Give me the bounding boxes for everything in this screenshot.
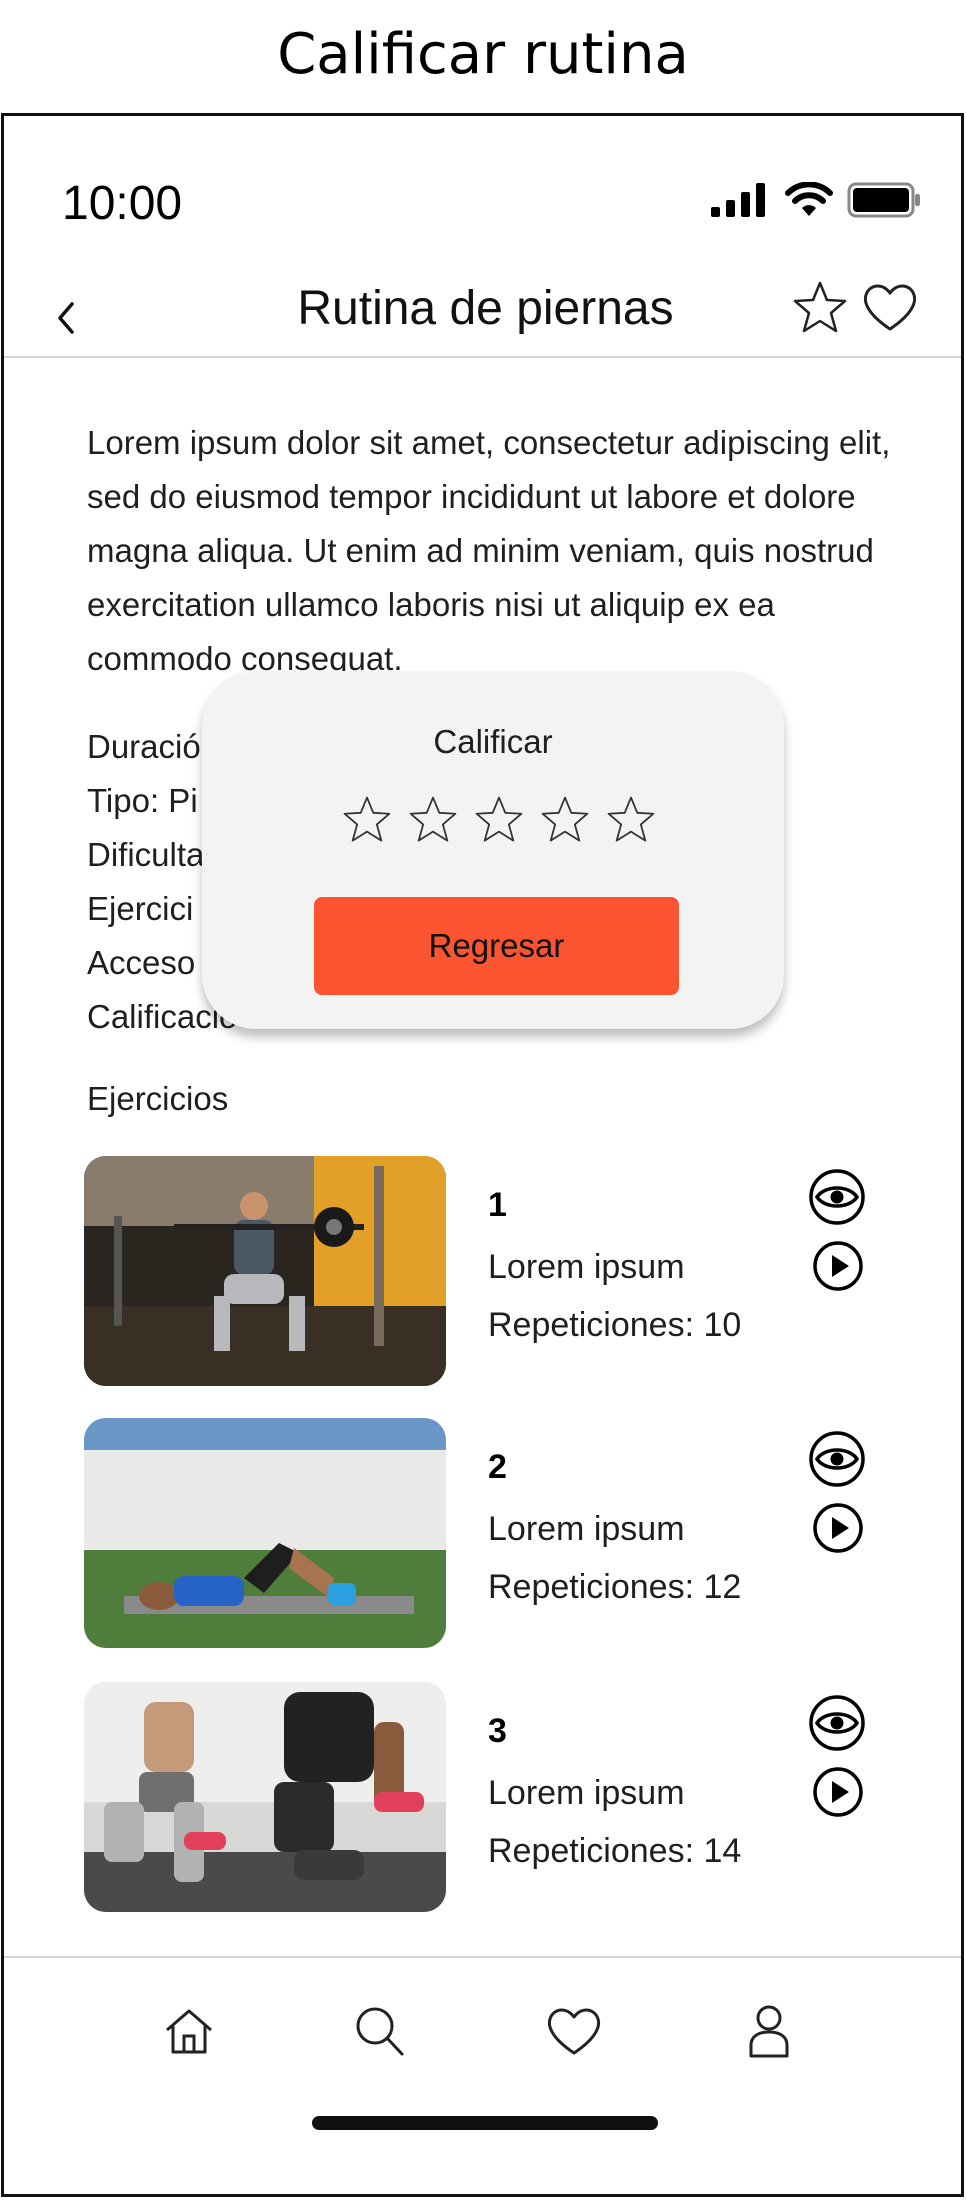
star-icon [541,796,589,842]
play-button[interactable] [812,1240,864,1297]
rating-star-3[interactable] [472,793,526,847]
exercise-reps: Repeticiones: 12 [488,1568,742,1606]
star-icon [475,796,523,842]
exercise-item[interactable]: 1 Lorem ipsum Repeticiones: 10 [84,1156,944,1386]
exercise-number: 1 [488,1186,507,1224]
bottom-nav-divider [4,1956,961,1958]
rating-star-1[interactable] [340,793,394,847]
exercises-heading: Ejercicios [87,1080,229,1117]
view-button[interactable] [808,1694,866,1757]
heart-icon [863,284,917,331]
rating-stars [340,793,658,847]
eye-icon [809,1431,865,1487]
play-icon [813,1503,863,1553]
back-to-routine-button[interactable]: Regresar [314,897,679,995]
play-icon [813,1241,863,1291]
heart-icon [547,2008,601,2055]
exercise-reps: Repeticiones: 14 [488,1832,742,1870]
star-icon [607,796,655,842]
view-button[interactable] [808,1430,866,1493]
tab-home[interactable] [154,1996,224,2066]
home-indicator [312,2116,658,2130]
play-button[interactable] [812,1502,864,1559]
favorite-button[interactable] [862,281,918,338]
nav-divider [4,356,961,358]
view-button[interactable] [808,1168,866,1231]
star-icon [409,796,457,842]
rating-star-4[interactable] [538,793,592,847]
star-icon [343,796,391,842]
exercise-thumbnail [84,1418,446,1648]
tab-search[interactable] [344,1996,414,2066]
eye-icon [809,1169,865,1225]
rate-button[interactable] [790,279,850,342]
exercise-thumbnail [84,1156,446,1386]
wifi-icon [785,182,833,216]
play-button[interactable] [812,1766,864,1823]
search-icon [356,2007,404,2056]
modal-title: Calificar [433,723,553,760]
star-icon [793,281,847,333]
exercise-number: 3 [488,1712,507,1750]
phone-frame: 10:00 Rutina de piernas Lorem ipsum dolo… [1,113,964,2197]
exercise-reps: Repeticiones: 10 [488,1306,742,1344]
rating-star-5[interactable] [604,793,658,847]
profile-icon [749,2005,789,2058]
tab-profile[interactable] [734,1996,804,2066]
status-time: 10:00 [62,177,183,230]
status-icons [711,182,921,218]
battery-icon [847,182,920,218]
tab-favorites[interactable] [539,1996,609,2066]
rating-modal: Calificar Regresar [202,671,784,1029]
eye-icon [809,1695,865,1751]
exercise-thumbnail [84,1682,446,1912]
routine-description: Lorem ipsum dolor sit amet, consectetur … [87,424,891,677]
signal-icon [711,183,765,217]
play-icon [813,1767,863,1817]
exercise-name: Lorem ipsum [488,1774,685,1812]
screen-label: Calificar rutina [277,22,689,87]
exercise-item[interactable]: 2 Lorem ipsum Repeticiones: 12 [84,1418,944,1648]
exercise-number: 2 [488,1448,507,1486]
exercise-name: Lorem ipsum [488,1248,685,1286]
exercise-name: Lorem ipsum [488,1510,685,1548]
rating-star-2[interactable] [406,793,460,847]
home-icon [166,2009,212,2054]
exercise-item[interactable]: 3 Lorem ipsum Repeticiones: 14 [84,1682,944,1912]
